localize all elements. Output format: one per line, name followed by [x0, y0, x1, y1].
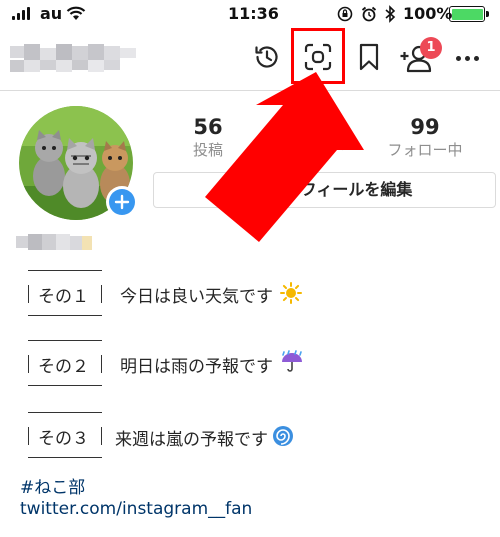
bio-website-link[interactable]: twitter.com/instagram__fan: [20, 499, 252, 519]
bio-hashtag-link[interactable]: #ねこ部: [20, 473, 85, 498]
alarm-icon: [361, 6, 377, 26]
signal-icon: [12, 7, 34, 20]
stat-posts[interactable]: 56 投稿: [172, 115, 244, 160]
notification-count: 1: [426, 40, 436, 55]
bio-line-1-frame: その１: [28, 270, 102, 316]
bluetooth-icon: [384, 5, 396, 27]
status-bar: au 11:36 100%: [0, 0, 500, 28]
stat-posts-label: 投稿: [192, 141, 223, 159]
edit-profile-button[interactable]: フィールを編集: [153, 172, 496, 208]
wifi-icon: [66, 6, 86, 25]
bio-line-3-label: その３: [38, 429, 89, 449]
battery-percent: 100%: [403, 4, 453, 23]
more-options-icon[interactable]: [456, 56, 480, 62]
add-story-button[interactable]: [106, 186, 138, 218]
stat-followers[interactable]: 4 ロワー: [272, 115, 372, 160]
stat-followers-label: ロワー: [299, 141, 345, 159]
bio-line-1: その１ 今日は良い天気です: [0, 270, 500, 320]
archive-icon[interactable]: [252, 42, 282, 72]
cyclone-icon: [272, 425, 294, 451]
edit-profile-label: フィールを編集: [300, 180, 413, 199]
clock: 11:36: [228, 4, 279, 23]
app-header: 1: [0, 28, 500, 90]
battery-icon: [449, 6, 489, 22]
stat-posts-value: 56: [193, 115, 223, 139]
display-name-redacted: [16, 232, 92, 252]
username-redacted: [10, 42, 138, 76]
notification-badge: 1: [420, 37, 442, 59]
nametag-scan-icon[interactable]: [303, 42, 333, 72]
bio-line-2-text: 明日は雨の予報です: [120, 357, 273, 377]
stat-following-label: フォロー中: [387, 141, 463, 159]
orientation-lock-icon: [337, 6, 353, 26]
stat-following[interactable]: 99 フォロー中: [375, 115, 475, 160]
carrier-label: au: [40, 4, 63, 23]
bio-line-1-label: その１: [38, 287, 89, 307]
saved-bookmark-icon[interactable]: [357, 42, 381, 72]
bio-line-3: その３ 来週は嵐の予報です: [0, 412, 500, 462]
bio-line-1-text: 今日は良い天気です: [120, 287, 273, 307]
bio-line-2: その２ 明日は雨の予報です: [0, 340, 500, 390]
umbrella-rain-icon: [280, 350, 304, 378]
bio-line-3-text: 来週は嵐の予報です: [115, 430, 268, 450]
plus-icon: [114, 194, 130, 210]
sun-icon: [280, 282, 302, 308]
bio-line-2-label: その２: [38, 357, 89, 377]
bio-line-2-frame: その２: [28, 340, 102, 386]
header-divider: [0, 90, 500, 91]
bio-line-3-frame: その３: [28, 412, 102, 458]
stat-following-value: 99: [410, 115, 440, 139]
stat-followers-value: 4: [314, 115, 330, 139]
